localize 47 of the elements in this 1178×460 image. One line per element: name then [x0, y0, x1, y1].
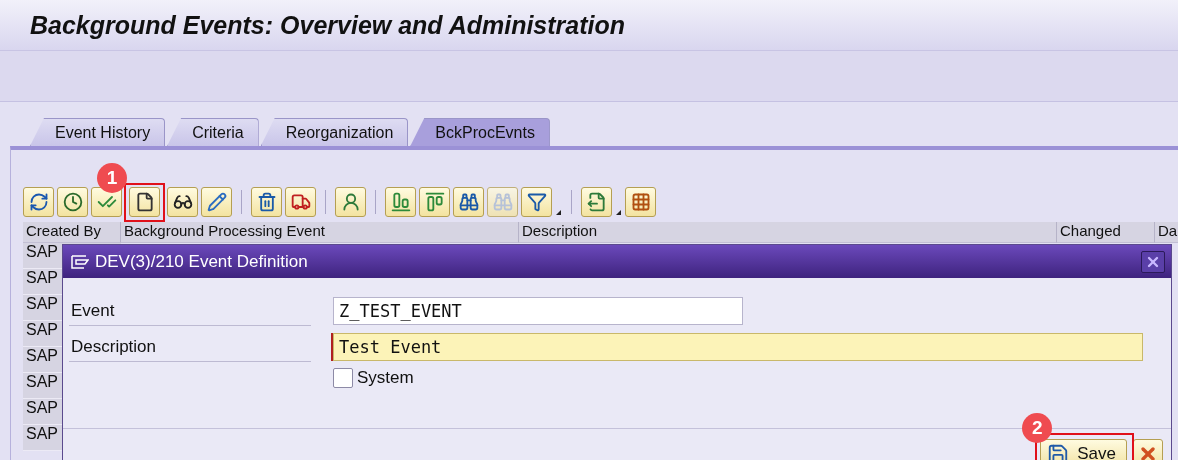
pencil-icon	[206, 192, 227, 212]
step-marker: 1	[97, 163, 127, 193]
field-label: Event	[69, 296, 311, 326]
close-button[interactable]	[1141, 250, 1165, 273]
toolbar-button[interactable]	[129, 187, 160, 217]
highlight-frame	[124, 183, 165, 222]
input-field[interactable]: Test Event	[333, 333, 1143, 361]
truck-icon	[290, 192, 311, 212]
tab[interactable]: Criteria	[167, 118, 259, 146]
clock-icon	[62, 192, 83, 212]
sort-descending-icon	[424, 192, 445, 212]
sort-ascending-icon	[390, 192, 411, 212]
toolbar-button[interactable]	[167, 187, 198, 217]
checkbox[interactable]	[333, 368, 353, 388]
cancel-icon	[1138, 444, 1158, 460]
column-header[interactable]: Description	[519, 222, 1057, 243]
toolbar-button[interactable]	[453, 187, 484, 217]
filter-icon	[526, 192, 547, 212]
column-header[interactable]: Created By	[23, 222, 121, 243]
toolbar-button[interactable]	[23, 187, 54, 217]
field-label: Description	[69, 332, 311, 362]
trash-icon	[256, 192, 277, 212]
dialog-icon	[71, 254, 89, 269]
refresh-icon	[28, 192, 49, 212]
user-icon	[340, 192, 361, 212]
dropdown-arrow-icon[interactable]	[556, 210, 561, 215]
toolbar-button[interactable]	[251, 187, 282, 217]
tab[interactable]: Reorganization	[260, 118, 409, 146]
column-header[interactable]: Changed	[1057, 222, 1155, 243]
checkbox-label: System	[357, 368, 414, 388]
binoculars-icon	[458, 192, 479, 212]
column-header[interactable]: Background Processing Event	[121, 222, 519, 243]
export-icon	[586, 192, 607, 212]
toolbar-button[interactable]	[521, 187, 552, 217]
save-button[interactable]: Save	[1040, 439, 1127, 460]
step-marker: 2	[1022, 413, 1053, 443]
cancel-button[interactable]	[1133, 439, 1163, 460]
tab[interactable]: BckProcEvnts	[410, 118, 550, 146]
document-icon	[134, 192, 155, 212]
binoculars-icon	[492, 192, 513, 212]
input-field[interactable]: Z_TEST_EVENT	[333, 297, 743, 325]
toolbar-button[interactable]	[57, 187, 88, 217]
grid-icon	[630, 192, 651, 212]
glasses-icon	[172, 192, 193, 212]
page-title: Background Events: Overview and Administration	[30, 10, 626, 40]
column-header[interactable]: Da	[1155, 222, 1178, 243]
tab[interactable]: Event History	[30, 118, 166, 146]
